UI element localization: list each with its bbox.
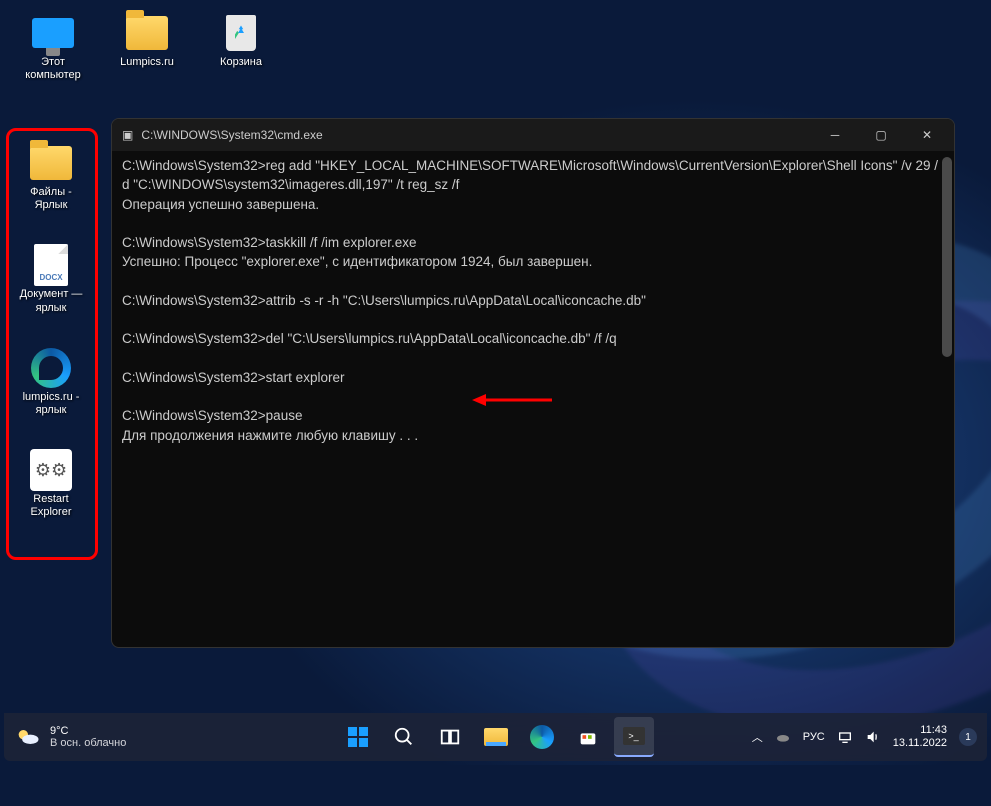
highlight-annotation bbox=[6, 128, 98, 560]
network-icon[interactable] bbox=[837, 729, 853, 745]
onedrive-icon[interactable] bbox=[775, 729, 791, 745]
cmd-title: C:\WINDOWS\System32\cmd.exe bbox=[141, 128, 322, 142]
arrow-annotation bbox=[472, 390, 552, 410]
cmd-taskbar-button[interactable]: >_ bbox=[614, 717, 654, 757]
cmd-titlebar[interactable]: ▣ C:\WINDOWS\System32\cmd.exe ─ ▢ ✕ bbox=[112, 119, 954, 151]
desktop-icon-lumpics-folder[interactable]: Lumpics.ru bbox=[110, 8, 184, 86]
store-button[interactable] bbox=[568, 717, 608, 757]
search-button[interactable] bbox=[384, 717, 424, 757]
notification-badge[interactable]: 1 bbox=[959, 728, 977, 746]
maximize-button[interactable]: ▢ bbox=[858, 119, 904, 151]
taskview-button[interactable] bbox=[430, 717, 470, 757]
edge-button[interactable] bbox=[522, 717, 562, 757]
tray-chevron-icon[interactable]: ︿ bbox=[752, 729, 763, 745]
taskbar-clock[interactable]: 11:4313.11.2022 bbox=[893, 724, 947, 750]
close-button[interactable]: ✕ bbox=[904, 119, 950, 151]
volume-icon[interactable] bbox=[865, 729, 881, 745]
minimize-button[interactable]: ─ bbox=[812, 119, 858, 151]
start-button[interactable] bbox=[338, 717, 378, 757]
cmd-icon: ▣ bbox=[122, 128, 133, 142]
language-indicator[interactable]: РУС bbox=[803, 731, 825, 743]
desktop-icon-recycle-bin[interactable]: Корзина bbox=[204, 8, 278, 86]
taskbar: 9°CВ осн. облачно >_ ︿ РУС 11:4313.11.20… bbox=[4, 713, 987, 761]
desktop-icon-this-pc[interactable]: Этот компьютер bbox=[16, 8, 90, 86]
cmd-window: ▣C:\WINDOWS\System32\cmd.exe ─ ▢ ✕ C:\Wi… bbox=[111, 118, 955, 648]
scrollbar[interactable] bbox=[942, 157, 952, 357]
taskbar-weather[interactable]: 9°CВ осн. облачно bbox=[14, 723, 126, 751]
explorer-button[interactable] bbox=[476, 717, 516, 757]
